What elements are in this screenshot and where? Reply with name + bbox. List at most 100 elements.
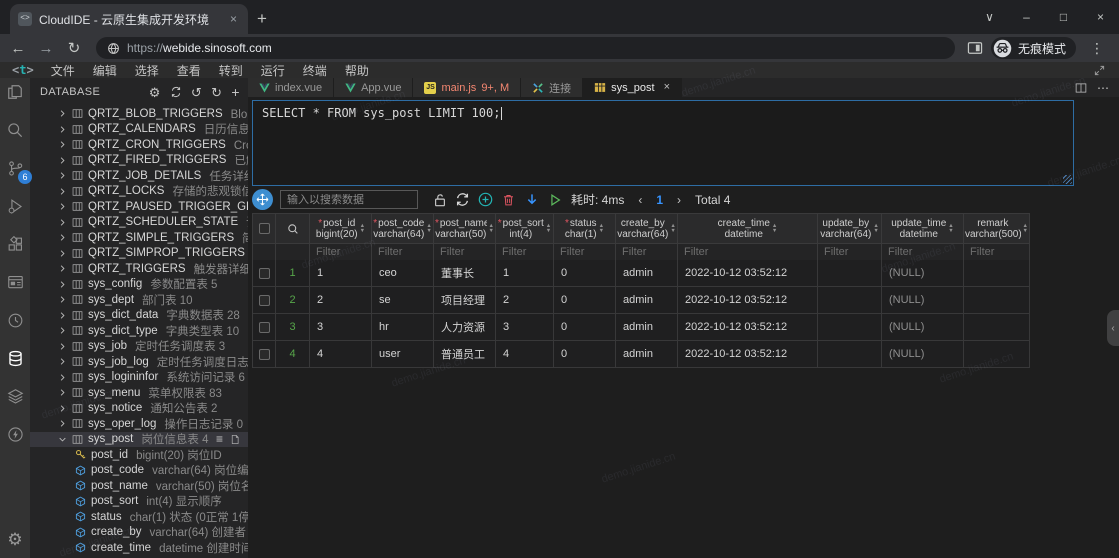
cell-create_by[interactable]: admin — [616, 341, 678, 367]
table-item-QRTZ_SCHEDULER_STATE[interactable]: QRTZ_SCHEDULER_STATE调度器状... — [30, 215, 248, 231]
sort-icon[interactable]: ▲▼ — [426, 224, 431, 233]
menu-item-3[interactable]: 查看 — [168, 62, 210, 79]
lightning-icon[interactable] — [3, 422, 27, 446]
table-item-QRTZ_CALENDARS[interactable]: QRTZ_CALENDARS日历信息表 0 — [30, 122, 248, 138]
close-button[interactable]: × — [1082, 11, 1119, 23]
add-icon[interactable]: + — [231, 85, 240, 99]
column-header-post_name[interactable]: *post_namevarchar(50)▲▼ — [434, 214, 496, 243]
column-header-post_code[interactable]: *post_codevarchar(64)▲▼ — [372, 214, 434, 243]
data-search-box[interactable] — [280, 190, 418, 209]
cell-update_by[interactable] — [818, 314, 882, 340]
panel-collapse-handle[interactable]: ‹ — [1107, 310, 1119, 346]
table-item-sys_config[interactable]: sys_config参数配置表 5 — [30, 277, 248, 293]
cell-post_sort[interactable]: 1 — [496, 260, 554, 286]
sort-icon[interactable]: ▲▼ — [873, 224, 878, 233]
tab-main.js[interactable]: JSmain.js9+, M — [413, 78, 521, 97]
select-all-checkbox[interactable] — [259, 223, 270, 234]
table-item-QRTZ_SIMPLE_TRIGGERS[interactable]: QRTZ_SIMPLE_TRIGGERS简单触发... — [30, 230, 248, 246]
filter-input-post_code[interactable]: Filter — [372, 243, 434, 260]
cell-update_time[interactable]: (NULL) — [882, 260, 964, 286]
table-item-QRTZ_TRIGGERS[interactable]: QRTZ_TRIGGERS触发器详细信息表 3 — [30, 261, 248, 277]
table-row[interactable]: 33hr人力资源30admin2022-10-12 03:52:12(NULL) — [253, 314, 1030, 341]
sort-icon[interactable]: ▲▼ — [772, 224, 777, 233]
table-item-QRTZ_LOCKS[interactable]: QRTZ_LOCKS存储的悲观锁信息表 2 — [30, 184, 248, 200]
cell-post_name[interactable]: 项目经理 — [434, 287, 496, 313]
tab-sys_post[interactable]: sys_post× — [583, 78, 682, 97]
refresh-icon[interactable] — [451, 192, 474, 207]
settings-gear-icon[interactable]: ⚙ — [7, 531, 22, 548]
data-search-input[interactable] — [287, 194, 411, 206]
cell-create_by[interactable]: admin — [616, 287, 678, 313]
export-icon[interactable] — [520, 193, 543, 207]
chevron-down-icon[interactable]: ∨ — [971, 11, 1008, 23]
menu-item-2[interactable]: 选择 — [126, 62, 168, 79]
column-header-update_time[interactable]: update_timedatetime▲▼ — [882, 214, 964, 243]
table-item-sys_menu[interactable]: sys_menu菜单权限表 83 — [30, 385, 248, 401]
filter-input-create_time[interactable]: Filter — [678, 243, 818, 260]
cell-post_code[interactable]: ceo — [372, 260, 434, 286]
field-item-post_sort[interactable]: post_sortint(4) 显示顺序 — [30, 494, 248, 510]
cell-status[interactable]: 0 — [554, 314, 616, 340]
filter-input-update_time[interactable]: Filter — [882, 243, 964, 260]
search-icon[interactable] — [3, 118, 27, 142]
table-item-QRTZ_FIRED_TRIGGERS[interactable]: QRTZ_FIRED_TRIGGERS已触发的触... — [30, 153, 248, 169]
cell-post_id[interactable]: 1 — [310, 260, 372, 286]
files-icon[interactable] — [3, 80, 27, 104]
delete-row-icon[interactable] — [497, 193, 520, 207]
cell-update_by[interactable] — [818, 260, 882, 286]
table-item-sys_dept[interactable]: sys_dept部门表 10 — [30, 292, 248, 308]
table-item-QRTZ_CRON_TRIGGERS[interactable]: QRTZ_CRON_TRIGGERSCron类型... — [30, 137, 248, 153]
table-row[interactable]: 44user普通员工40admin2022-10-12 03:52:12(NUL… — [253, 341, 1030, 368]
cell-post_sort[interactable]: 3 — [496, 314, 554, 340]
minimize-button[interactable]: – — [1008, 11, 1045, 23]
column-header-create_time[interactable]: create_timedatetime▲▼ — [678, 214, 818, 243]
table-item-sys_dict_type[interactable]: sys_dict_type字典类型表 10 — [30, 323, 248, 339]
sort-icon[interactable]: ▲▼ — [670, 224, 675, 233]
field-item-create_time[interactable]: create_timedatetime 创建时间 — [30, 540, 248, 556]
cell-post_sort[interactable]: 2 — [496, 287, 554, 313]
filter-input-post_sort[interactable]: Filter — [496, 243, 554, 260]
field-item-create_by[interactable]: create_byvarchar(64) 创建者 — [30, 525, 248, 541]
cell-post_sort[interactable]: 4 — [496, 341, 554, 367]
clock-icon[interactable] — [3, 308, 27, 332]
cell-post_id[interactable]: 2 — [310, 287, 372, 313]
split-screen-icon[interactable] — [967, 41, 983, 55]
browser-tab[interactable]: <> CloudIDE - 云原生集成开发环境 × — [10, 4, 248, 34]
column-header-post_sort[interactable]: *post_sortint(4)▲▼ — [496, 214, 554, 243]
table-item-sys_post[interactable]: sys_post岗位信息表 4≡ — [30, 432, 248, 448]
sort-icon[interactable]: ▲▼ — [599, 224, 604, 233]
cell-update_time[interactable]: (NULL) — [882, 341, 964, 367]
fullscreen-icon[interactable] — [1094, 65, 1105, 76]
cell-post_code[interactable]: se — [372, 287, 434, 313]
cell-create_time[interactable]: 2022-10-12 03:52:12 — [678, 341, 818, 367]
table-item-sys_notice[interactable]: sys_notice通知公告表 2 — [30, 401, 248, 417]
browser-preview-icon[interactable] — [3, 270, 27, 294]
sort-icon[interactable]: ▲▼ — [489, 224, 494, 233]
row-checkbox[interactable] — [259, 295, 270, 306]
sort-icon[interactable]: ▲▼ — [948, 224, 953, 233]
table-row[interactable]: 11ceo董事长10admin2022-10-12 03:52:12(NULL) — [253, 260, 1030, 287]
cell-remark[interactable] — [964, 287, 1030, 313]
settings-gear-icon[interactable]: ⚙ — [149, 86, 161, 99]
table-item-QRTZ_PAUSED_TRIGGER_GRPS[interactable]: QRTZ_PAUSED_TRIGGER_GRPS暂... — [30, 199, 248, 215]
move-button[interactable] — [252, 189, 273, 210]
field-item-post_name[interactable]: post_namevarchar(50) 岗位名称 — [30, 478, 248, 494]
cell-post_code[interactable]: hr — [372, 314, 434, 340]
cell-post_name[interactable]: 普通员工 — [434, 341, 496, 367]
unlock-icon[interactable] — [428, 193, 451, 207]
cell-remark[interactable] — [964, 314, 1030, 340]
field-item-post_code[interactable]: post_codevarchar(64) 岗位编码 — [30, 463, 248, 479]
column-header-status[interactable]: *statuschar(1)▲▼ — [554, 214, 616, 243]
table-row[interactable]: 22se项目经理20admin2022-10-12 03:52:12(NULL) — [253, 287, 1030, 314]
table-item-sys_dict_data[interactable]: sys_dict_data字典数据表 28 — [30, 308, 248, 324]
table-item-QRTZ_JOB_DETAILS[interactable]: QRTZ_JOB_DETAILS任务详细信息... — [30, 168, 248, 184]
row-checkbox[interactable] — [259, 268, 270, 279]
maximize-button[interactable]: □ — [1045, 11, 1082, 23]
run-debug-icon[interactable] — [3, 194, 27, 218]
filter-input-status[interactable]: Filter — [554, 243, 616, 260]
cell-post_code[interactable]: user — [372, 341, 434, 367]
cell-create_time[interactable]: 2022-10-12 03:52:12 — [678, 260, 818, 286]
sort-icon[interactable]: ▲▼ — [1023, 224, 1028, 233]
filter-input-update_by[interactable]: Filter — [818, 243, 882, 260]
reload-icon[interactable]: ↻ — [64, 41, 84, 56]
